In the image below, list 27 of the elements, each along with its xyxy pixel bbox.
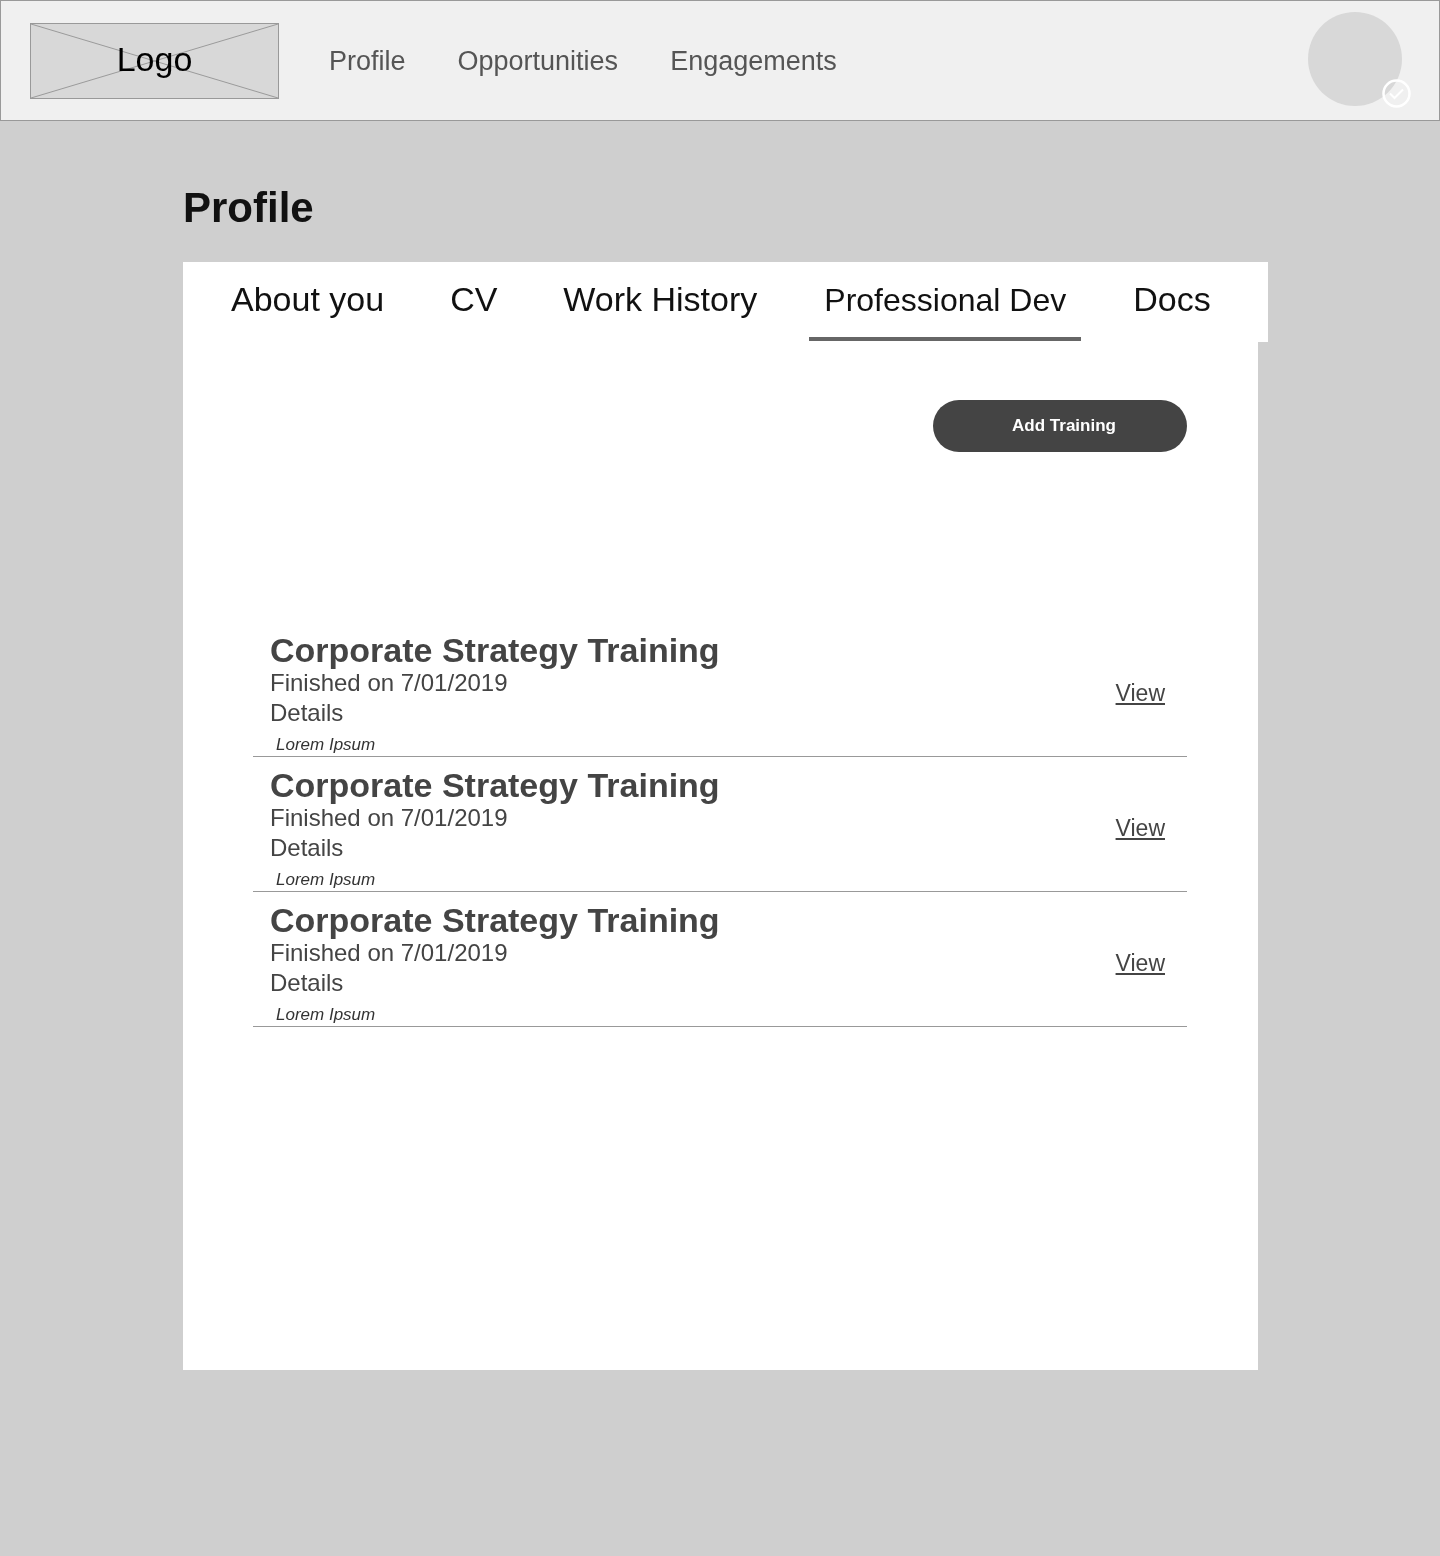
details-label: Details bbox=[270, 698, 345, 728]
view-link[interactable]: View bbox=[1115, 678, 1165, 707]
nav-link[interactable]: Engagements bbox=[670, 44, 837, 77]
tab[interactable]: About you bbox=[217, 262, 399, 341]
details-label: Details bbox=[270, 833, 345, 863]
nav-link[interactable]: Opportunities bbox=[457, 44, 619, 77]
tab[interactable]: Docs bbox=[1119, 262, 1225, 341]
training-title: Corporate Strategy Training bbox=[270, 767, 720, 803]
details-label: Details bbox=[270, 968, 345, 998]
check-circle-icon bbox=[1382, 78, 1411, 108]
finished-date: Finished on 7/01/2019 bbox=[270, 669, 509, 698]
finished-date: Finished on 7/01/2019 bbox=[270, 939, 509, 968]
finished-date: Finished on 7/01/2019 bbox=[270, 804, 509, 833]
view-link[interactable]: View bbox=[1115, 948, 1165, 977]
details-text: Lorem Ipsum bbox=[276, 870, 377, 890]
logo-placeholder[interactable]: Logo bbox=[30, 22, 279, 99]
tab[interactable]: CV bbox=[436, 262, 512, 341]
view-link[interactable]: View bbox=[1115, 813, 1165, 842]
logo-text: Logo bbox=[116, 38, 193, 79]
details-text: Lorem Ipsum bbox=[276, 1005, 377, 1025]
page-title: Profile bbox=[183, 183, 315, 233]
add-training-button[interactable]: Add Training bbox=[933, 400, 1187, 452]
training-title: Corporate Strategy Training bbox=[270, 902, 720, 938]
training-title: Corporate Strategy Training bbox=[270, 632, 720, 668]
details-text: Lorem Ipsum bbox=[276, 735, 377, 755]
tab[interactable]: Work History bbox=[549, 262, 772, 341]
nav-link[interactable]: Profile bbox=[329, 44, 406, 77]
